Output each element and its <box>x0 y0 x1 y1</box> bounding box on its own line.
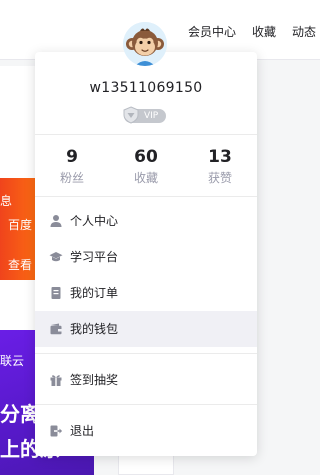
stat-fans[interactable]: 9 粉丝 <box>35 146 109 187</box>
nav-vip-center[interactable]: 会员中心 <box>188 23 236 41</box>
vip-label: VIP <box>144 111 159 121</box>
stat-favorites[interactable]: 60 收藏 <box>109 146 183 187</box>
menu-item-logout[interactable]: 退出 <box>35 413 257 449</box>
user-avatar[interactable] <box>123 22 167 66</box>
monkey-avatar-icon <box>123 22 167 66</box>
menu-item-label: 学习平台 <box>70 250 119 264</box>
wallet-icon <box>50 323 62 335</box>
banner-text: 百度 <box>8 218 33 232</box>
graduation-cap-icon <box>49 252 63 262</box>
order-icon <box>51 287 61 299</box>
menu-item-orders[interactable]: 我的订单 <box>35 275 257 311</box>
divider <box>35 196 257 197</box>
gift-icon <box>50 375 62 386</box>
vip-badge[interactable]: VIP <box>123 106 166 124</box>
username: w13511069150 <box>89 80 203 96</box>
divider <box>35 353 257 354</box>
stat-value: 13 <box>208 147 232 167</box>
stat-label: 获赞 <box>207 171 232 185</box>
banner-text: 息 <box>0 194 13 208</box>
stat-likes[interactable]: 13 获赞 <box>183 146 257 187</box>
menu-item-label: 个人中心 <box>70 214 119 228</box>
stat-label: 收藏 <box>133 171 158 185</box>
orange-ad-banner[interactable]: 息 百度 查看 <box>0 178 36 280</box>
divider <box>35 404 257 405</box>
logout-icon <box>50 425 62 437</box>
menu-item-wallet[interactable]: 我的钱包 <box>35 311 257 347</box>
divider <box>35 134 257 135</box>
top-nav: 会员中心 收藏 动态 <box>188 23 320 41</box>
banner-link[interactable]: 查看 <box>8 256 32 273</box>
nav-favorites[interactable]: 收藏 <box>252 23 276 41</box>
menu-item-checkin-lottery[interactable]: 签到抽奖 <box>35 362 257 398</box>
nav-activity[interactable]: 动态 <box>292 23 316 41</box>
stat-value: 9 <box>66 147 78 167</box>
banner-text: 联云 <box>0 354 25 368</box>
stat-value: 60 <box>134 147 158 167</box>
user-icon <box>50 215 62 227</box>
menu-item-label: 我的钱包 <box>70 322 119 336</box>
banner-headline: 分离 <box>0 402 40 426</box>
menu-item-label: 签到抽奖 <box>70 373 119 387</box>
user-stats: 9 粉丝 60 收藏 13 获赞 <box>35 146 257 192</box>
stat-label: 粉丝 <box>59 171 84 185</box>
vip-shield-icon <box>123 106 139 124</box>
menu-item-profile[interactable]: 个人中心 <box>35 203 257 239</box>
menu-item-learning[interactable]: 学习平台 <box>35 239 257 275</box>
user-dropdown-menu: w13511069150 VIP 9 粉丝 60 收藏 13 获赞 个人中心 学… <box>35 52 257 456</box>
menu-item-label: 我的订单 <box>70 286 119 300</box>
menu-item-label: 退出 <box>70 424 95 438</box>
